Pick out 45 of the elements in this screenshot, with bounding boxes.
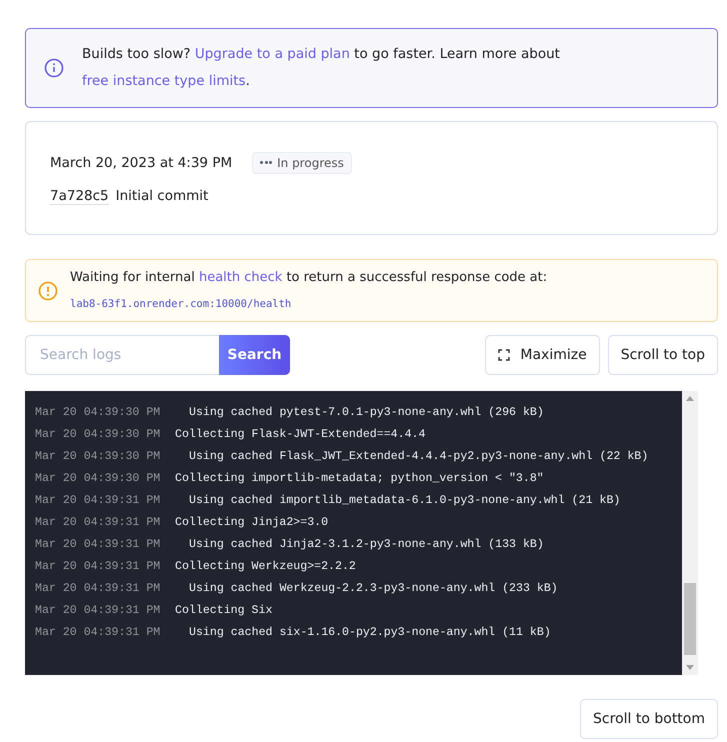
log-message: Collecting Flask-JWT-Extended==4.4.4: [175, 428, 426, 440]
log-message: Collecting Six: [175, 604, 272, 616]
info-message: Builds too slow? Upgrade to a paid plan to go faster. Learn more about free instance type limits.: [82, 45, 561, 91]
log-timestamp: Mar 20 04:39:31 PM: [35, 516, 162, 528]
log-message: Using cached six-1.16.0-py2.py3-none-any.whl (11 kB): [188, 626, 551, 638]
log-timestamp: Mar 20 04:39:30 PM: [35, 472, 162, 484]
link[interactable]: free instance type limits: [82, 73, 246, 89]
log-message: Using cached importlib_metadata-6.1.0-py3-none-any.whl (21 kB): [188, 494, 620, 506]
link[interactable]: Upgrade to a paid plan: [194, 46, 350, 62]
log-timestamp: Mar 20 04:39:31 PM: [35, 560, 162, 572]
log-timestamp: Mar 20 04:39:30 PM: [35, 428, 162, 440]
log-timestamp: Mar 20 04:39:31 PM: [35, 582, 162, 594]
expand-icon: [498, 349, 510, 361]
link[interactable]: health check: [198, 270, 282, 284]
log-timestamp: Mar 20 04:39:31 PM: [35, 538, 162, 550]
scroll-bottom-button[interactable]: Scroll to bottom: [580, 699, 718, 739]
info-icon: [44, 58, 64, 78]
log-message: Collecting Werkzeug>=2.2.2: [175, 560, 356, 572]
scroll-top-button[interactable]: Scroll to top: [608, 335, 718, 375]
commit-hash[interactable]: 7a728c5: [50, 188, 109, 204]
log-message: Collecting Jinja2>=3.0: [175, 516, 328, 528]
dots-icon: [260, 161, 272, 164]
deploy-date: March 20, 2023 at 4:39 PM: [50, 154, 232, 170]
log-message: Using cached Flask_JWT_Extended-4.4.4-py2.py3-none-any.whl (22 kB): [188, 450, 648, 462]
scroll-up-icon: [686, 396, 694, 401]
log-message: Using cached pytest-7.0.1-py3-none-any.whl (296 kB): [188, 406, 544, 418]
log-timestamp: Mar 20 04:39:31 PM: [35, 604, 162, 616]
status-label: In progress: [277, 156, 344, 170]
warning-message: Waiting for internal health check to return a successful response code at: lab8-63f1.onrender.com:10000/health: [70, 268, 548, 312]
log-message: Collecting importlib-metadata; python_version < "3.8": [175, 472, 544, 484]
commit-message: Initial commit: [116, 188, 208, 204]
search-field[interactable]: Search logs: [25, 335, 219, 375]
log-timestamp: Mar 20 04:39:30 PM: [35, 406, 162, 418]
maximize-button[interactable]: Maximize: [485, 335, 600, 375]
log-timestamp: Mar 20 04:39:31 PM: [35, 626, 162, 638]
search-button[interactable]: Search: [219, 335, 290, 375]
log-message: Using cached Werkzeug-2.2.3-py3-none-any.whl (233 kB): [188, 582, 558, 594]
log-message: Using cached Jinja2-3.1.2-py3-none-any.whl (133 kB): [188, 538, 544, 550]
url-code: lab8-63f1.onrender.com:10000/health: [70, 298, 292, 310]
warning-icon: [38, 280, 58, 300]
scrollbar-thumb[interactable]: [684, 583, 696, 655]
scroll-down-icon: [686, 665, 694, 670]
log-timestamp: Mar 20 04:39:30 PM: [35, 450, 162, 462]
scrollbar[interactable]: [682, 391, 698, 675]
log-timestamp: Mar 20 04:39:31 PM: [35, 494, 162, 506]
